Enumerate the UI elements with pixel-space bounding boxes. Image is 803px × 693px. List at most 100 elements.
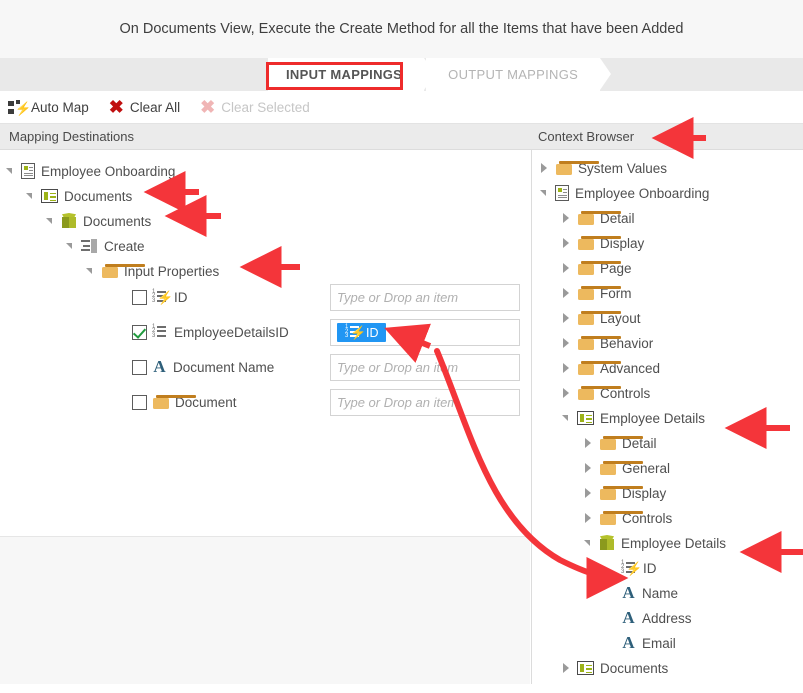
chevron-down-icon[interactable] <box>86 266 96 276</box>
chevron-right-icon[interactable] <box>562 663 572 673</box>
chevron-right-icon[interactable] <box>584 463 594 473</box>
property-document-name-checkbox[interactable] <box>132 359 147 375</box>
chevron-right-icon[interactable] <box>562 338 572 348</box>
context-item-name-17[interactable]: A Name <box>606 582 678 604</box>
context-item-address-18[interactable]: A Address <box>606 607 691 629</box>
context-item-email-19-label: Email <box>642 635 676 651</box>
folder-icon <box>577 235 621 251</box>
context-employee-details-id[interactable]: 1 2 3 ⚡ ID <box>606 557 657 579</box>
context-item-behavior-7[interactable]: Behavior <box>562 332 653 354</box>
context-documents-view[interactable]: Documents <box>562 657 668 679</box>
panel-headers: Mapping Destinations Context Browser <box>0 124 803 150</box>
property-employeedetailsid-value-field[interactable]: 1 2 3 ⚡ ID <box>330 319 520 346</box>
chevron-right-icon[interactable] <box>562 288 572 298</box>
context-item-form-5[interactable]: Form <box>562 282 632 304</box>
context-employee-details-view[interactable]: Employee Details <box>562 407 705 429</box>
clear-all-x-icon: ✖ <box>108 97 124 117</box>
mapping-destinations-label: Mapping Destinations <box>9 129 135 144</box>
context-browser-label: Context Browser <box>538 129 635 144</box>
context-item-system-values-0[interactable]: System Values <box>540 157 667 179</box>
property-document-name-row[interactable]: A Document Name <box>132 356 274 378</box>
mapping-destinations-panel: Employee Onboarding Documents Documents Cre… <box>0 150 530 536</box>
chevron-right-icon[interactable] <box>562 238 572 248</box>
property-employeedetailsid-row[interactable]: 1 2 3 EmployeeDetailsID <box>132 321 289 343</box>
context-browser-panel: System Values Employee Onboarding Detail Di… <box>531 150 803 684</box>
mapping-destinations-create-method[interactable]: Create <box>66 235 145 257</box>
auto-map-icon: ⚡ <box>8 99 31 115</box>
clear-selected-button: ✖ Clear Selected <box>200 98 310 116</box>
context-item-display-13[interactable]: Display <box>584 482 666 504</box>
tab-input-mappings-label: INPUT MAPPINGS <box>286 67 403 82</box>
chevron-right-icon[interactable] <box>562 213 572 223</box>
tab-chevron-icon-2 <box>600 58 612 90</box>
chevron-right-icon[interactable] <box>584 438 594 448</box>
chevron-right-icon[interactable] <box>584 488 594 498</box>
view-icon <box>577 411 594 425</box>
employeedetailsid-value-chip[interactable]: 1 2 3 ⚡ ID <box>337 323 386 342</box>
clear-all-button[interactable]: ✖ Clear All <box>109 98 180 116</box>
context-item-layout-6[interactable]: Layout <box>562 307 641 329</box>
property-id-row[interactable]: 1 2 3 ⚡ ID <box>132 286 188 308</box>
context-employee-details-view-label: Employee Details <box>600 410 706 426</box>
context-item-employee-onboarding-1[interactable]: Employee Onboarding <box>540 182 709 204</box>
page-title: On Documents View, Execute the Create Me… <box>119 21 684 37</box>
chevron-right-icon[interactable] <box>584 513 594 523</box>
chevron-right-icon[interactable] <box>562 313 572 323</box>
smartobject-cube-icon <box>599 535 615 551</box>
chevron-right-icon[interactable] <box>562 363 572 373</box>
folder-icon <box>577 285 621 301</box>
property-id-value-field[interactable]: Type or Drop an item <box>330 284 520 311</box>
mapping-destinations-employee-onboarding[interactable]: Employee Onboarding <box>6 160 175 182</box>
context-item-controls-9[interactable]: Controls <box>562 382 650 404</box>
property-document-name-value-field[interactable]: Type or Drop an item <box>330 354 520 381</box>
auto-map-button[interactable]: ⚡ Auto Map <box>8 99 89 115</box>
context-documents-view-label: Documents <box>600 660 669 676</box>
chevron-down-icon[interactable] <box>46 216 56 226</box>
context-item-detail-11[interactable]: Detail <box>584 432 657 454</box>
property-employeedetailsid-checkbox[interactable] <box>132 324 147 340</box>
context-item-detail-2[interactable]: Detail <box>562 207 635 229</box>
mapping-toolbar: ⚡ Auto Map ✖ Clear All ✖ Clear Selected <box>0 91 803 124</box>
tab-input-mappings[interactable]: INPUT MAPPINGS <box>268 58 438 91</box>
context-employee-details-smartobject[interactable]: Employee Details <box>584 532 726 554</box>
tab-output-mappings-label: OUTPUT MAPPINGS <box>448 67 579 82</box>
folder-icon <box>577 335 621 351</box>
chevron-down-icon[interactable] <box>6 166 16 176</box>
mapping-destinations-empty-area <box>0 536 530 684</box>
context-item-email-19[interactable]: A Email <box>606 632 676 654</box>
property-id-type-icon: 1 2 3 ⚡ <box>152 288 174 305</box>
property-document-row[interactable]: Document <box>132 391 237 413</box>
folder-icon <box>599 510 643 526</box>
context-item-general-12[interactable]: General <box>584 457 670 479</box>
mapping-destinations-documents-view[interactable]: Documents <box>26 185 132 207</box>
chevron-down-icon[interactable] <box>26 191 36 201</box>
property-document-value-field[interactable]: Type or Drop an item <box>330 389 520 416</box>
context-item-advanced-8[interactable]: Advanced <box>562 357 660 379</box>
auto-map-label: Auto Map <box>31 99 89 115</box>
autonumber-icon: 1 2 3 ⚡ <box>621 559 643 576</box>
text-icon: A <box>622 608 635 627</box>
tab-output-mappings[interactable]: OUTPUT MAPPINGS <box>426 58 614 91</box>
chevron-down-icon[interactable] <box>540 188 550 198</box>
chevron-down-icon[interactable] <box>562 413 572 423</box>
mapping-destinations-documents-smartobject[interactable]: Documents <box>46 210 151 232</box>
smartobject-cube-icon <box>61 213 77 229</box>
chevron-right-icon[interactable] <box>562 388 572 398</box>
property-document-checkbox[interactable] <box>132 394 147 410</box>
chevron-right-icon[interactable] <box>540 163 550 173</box>
clear-selected-label: Clear Selected <box>221 99 310 115</box>
chevron-down-icon[interactable] <box>66 241 76 251</box>
property-document-type-icon <box>152 394 196 410</box>
property-id-checkbox[interactable] <box>132 289 147 305</box>
clear-all-label: Clear All <box>129 99 181 115</box>
context-item-display-3[interactable]: Display <box>562 232 644 254</box>
context-item-page-4[interactable]: Page <box>562 257 632 279</box>
mapping-destinations-documents-view-label: Documents <box>64 188 133 204</box>
mapping-destinations-input-properties[interactable]: Input Properties <box>86 260 219 282</box>
folder-icon <box>555 160 599 176</box>
chevron-down-icon[interactable] <box>584 538 594 548</box>
chevron-right-icon[interactable] <box>562 263 572 273</box>
context-item-controls-14[interactable]: Controls <box>584 507 672 529</box>
